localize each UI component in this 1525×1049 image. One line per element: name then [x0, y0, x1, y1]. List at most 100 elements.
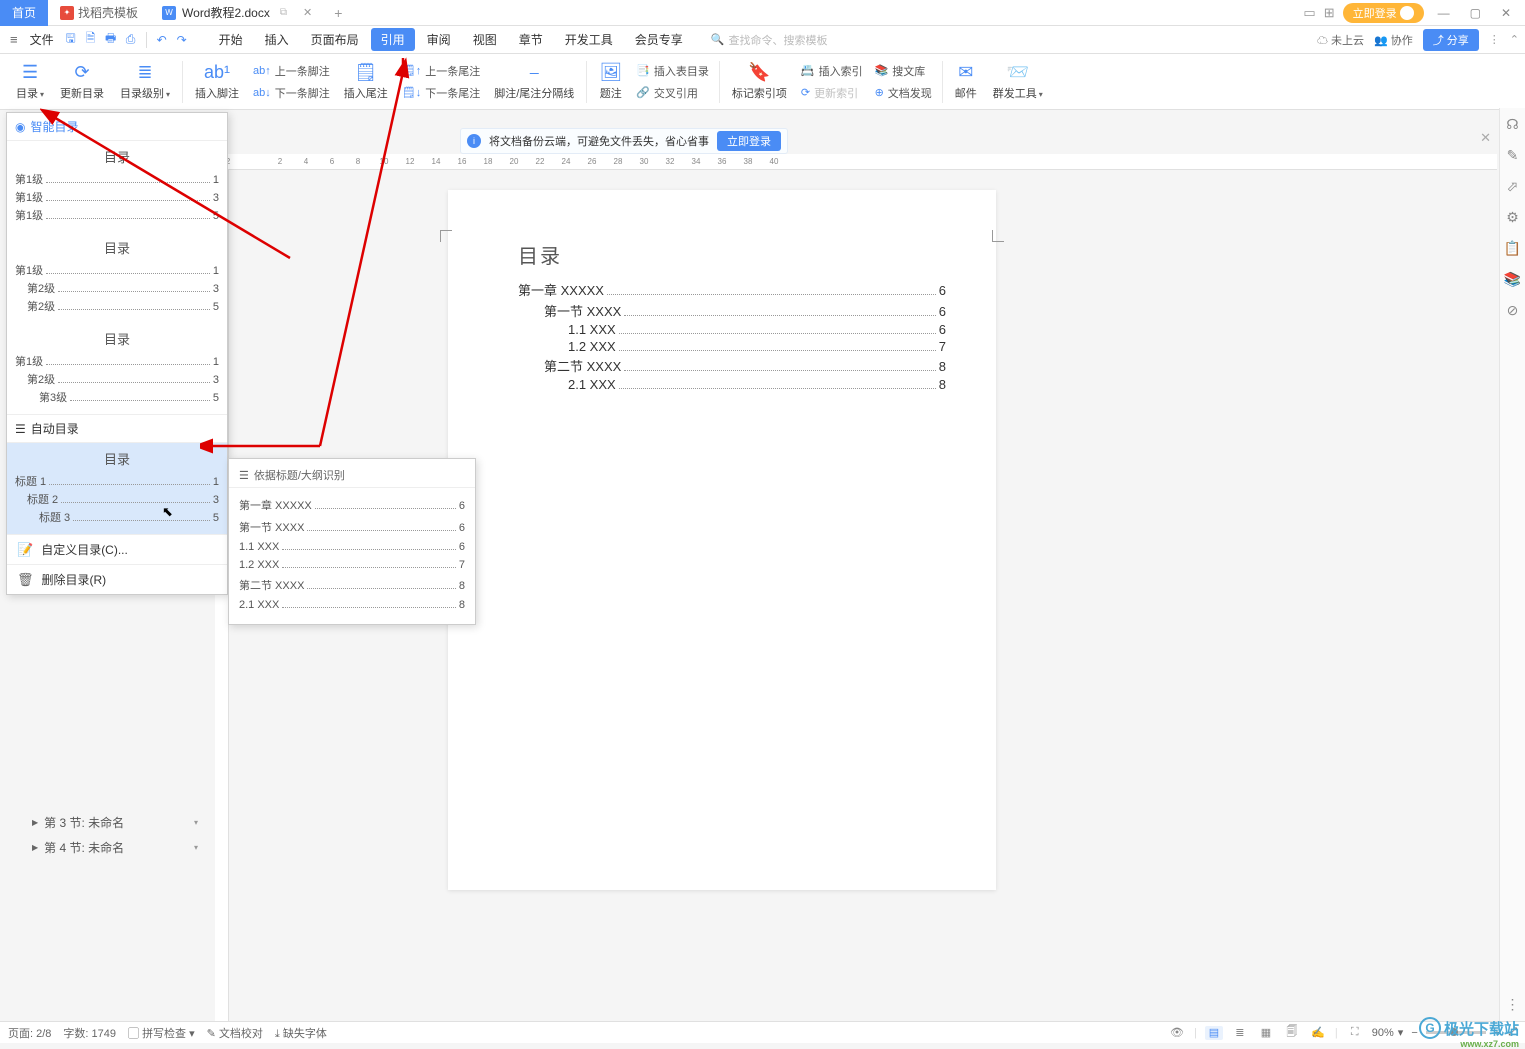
insert-caption-button[interactable]: 📑插入表目录: [636, 63, 709, 79]
tab-member[interactable]: 会员专享: [625, 28, 693, 51]
insert-footnote-button[interactable]: ab¹ 插入脚注: [187, 54, 247, 109]
next-footnote-button[interactable]: ab↓下一条脚注: [253, 85, 330, 101]
chevron-down-icon[interactable]: ▾: [194, 843, 198, 852]
toc-button[interactable]: ☰ 目录▾: [8, 54, 52, 109]
mark-index-button[interactable]: 🔖 标记索引项: [724, 54, 795, 109]
next-endnote-button[interactable]: 🗒↓下一条尾注: [402, 85, 480, 101]
tab-template[interactable]: ✦ 找稻壳模板: [48, 0, 150, 26]
settings-icon[interactable]: ⚙: [1506, 209, 1519, 226]
insert-index-button[interactable]: 📇插入索引: [801, 63, 863, 79]
doc-discover-button[interactable]: ⊕文档发现: [875, 85, 932, 101]
toc-style-3[interactable]: 目录 第1级1第2级3第3级5: [7, 323, 227, 414]
sou-lib-button[interactable]: 📚搜文库: [875, 63, 932, 79]
toc-style-2[interactable]: 目录 第1级1第2级3第2级5: [7, 232, 227, 323]
status-spell[interactable]: ▢ 拼写检查 ▾: [128, 1025, 195, 1041]
delete-toc-item[interactable]: 🗑 删除目录(R): [7, 564, 227, 594]
toc-style-1[interactable]: 目录 第1级1第1级3第1级5: [7, 141, 227, 232]
zoom-control[interactable]: 90% ▾: [1372, 1026, 1404, 1039]
prev-endnote-button[interactable]: 🗒↑上一条尾注: [402, 63, 480, 79]
footnote-separator-button[interactable]: ⎯ 脚注/尾注分隔线: [486, 54, 582, 109]
zoom-out-icon[interactable]: −: [1411, 1027, 1417, 1039]
banner-close-icon[interactable]: ✕: [1480, 130, 1491, 146]
tab-dev[interactable]: 开发工具: [555, 28, 623, 51]
tab-document-label: Word教程2.docx: [182, 4, 270, 21]
window-close[interactable]: ✕: [1495, 6, 1517, 20]
help-icon[interactable]: ⊘: [1507, 302, 1519, 319]
status-proof[interactable]: ✎ 文档校对: [207, 1025, 263, 1041]
qat-undo-icon[interactable]: ↶: [153, 31, 171, 49]
tab-references[interactable]: 引用: [371, 28, 415, 51]
tab-template-label: 找稻壳模板: [78, 4, 138, 21]
toc-line: 第2级3: [15, 370, 219, 388]
tab-sections[interactable]: 章节: [509, 28, 553, 51]
status-words[interactable]: 字数: 1749: [63, 1025, 116, 1041]
qat-save-icon[interactable]: 🖫: [62, 31, 80, 49]
command-search[interactable]: 🔍 查找命令、搜索模板: [711, 32, 828, 48]
tab-review[interactable]: 审阅: [417, 28, 461, 51]
reading-mode-icon[interactable]: 👁: [1168, 1026, 1186, 1040]
tab-insert[interactable]: 插入: [255, 28, 299, 51]
chevron-down-icon: ▾: [40, 90, 44, 99]
update-index-button: ⟳更新索引: [801, 85, 863, 101]
window-minimize[interactable]: —: [1432, 6, 1456, 20]
tab-layout[interactable]: 页面布局: [301, 28, 369, 51]
apps-icon[interactable]: ⊞: [1324, 5, 1335, 21]
toc-style-auto[interactable]: 目录 标题 11标题 23标题 35: [7, 443, 227, 534]
page-view-icon[interactable]: ▤: [1205, 1026, 1223, 1040]
collab-button[interactable]: 👥 协作: [1374, 32, 1413, 48]
horizontal-ruler[interactable]: 2246810121416182022242628303234363840: [215, 154, 1497, 170]
collapse-ribbon-icon[interactable]: ⌃: [1510, 33, 1519, 46]
cloud-status[interactable]: ☁ 未上云: [1317, 32, 1364, 48]
insert-endnote-button[interactable]: 🗒 插入尾注: [336, 54, 396, 109]
tab-home[interactable]: 首页: [0, 0, 48, 26]
cloud-login-button[interactable]: 立即登录: [717, 131, 781, 151]
update-index-icon: ⟳: [801, 86, 810, 99]
tab-view[interactable]: 视图: [463, 28, 507, 51]
file-menu[interactable]: 文件: [24, 31, 60, 48]
qat-print-icon[interactable]: 🖶: [102, 31, 120, 49]
hamburger-icon[interactable]: ≡: [6, 32, 22, 47]
toc-line: 第一节 XXXX6: [518, 300, 946, 321]
prev-footnote-button[interactable]: ab↑上一条脚注: [253, 63, 330, 79]
pen-icon[interactable]: ✎: [1507, 147, 1519, 164]
toc-level-button[interactable]: ≣ 目录级别▾: [112, 54, 178, 109]
markup-icon[interactable]: ✍: [1309, 1026, 1327, 1040]
mass-tool-button[interactable]: 📨 群发工具▾: [985, 54, 1051, 109]
layout-icon[interactable]: ▭: [1303, 5, 1315, 21]
mail-button[interactable]: ✉ 邮件: [947, 54, 985, 109]
more-icon[interactable]: ⋮: [1489, 33, 1500, 46]
toc-line: 第3级5: [15, 388, 219, 406]
page-toc-title: 目录: [518, 240, 956, 269]
library-icon[interactable]: 📚: [1504, 271, 1521, 288]
tab-start[interactable]: 开始: [209, 28, 253, 51]
outline-item[interactable]: ▶ 第 4 节: 未命名 ▾: [28, 835, 202, 860]
tab-document[interactable]: W Word教程2.docx ⧉ ✕: [150, 0, 324, 26]
qat-print-preview-icon[interactable]: 🗎: [82, 31, 100, 49]
qat-format-icon[interactable]: ⎙: [122, 31, 140, 49]
document-page[interactable]: 目录 第一章 XXXXX6第一节 XXXX61.1 XXX61.2 XXX7第二…: [448, 190, 996, 890]
clipboard-icon[interactable]: 📋: [1504, 240, 1521, 257]
outline-view-icon[interactable]: ≣: [1231, 1026, 1249, 1040]
update-toc-button[interactable]: ⟳ 更新目录: [52, 54, 112, 109]
web-view-icon[interactable]: ▦: [1257, 1026, 1275, 1040]
tab-dup-icon[interactable]: ⧉: [280, 7, 287, 18]
select-icon[interactable]: ⬀: [1507, 178, 1519, 195]
login-button[interactable]: 立即登录: [1343, 3, 1424, 23]
outline-item[interactable]: ▶ 第 3 节: 未命名 ▾: [28, 810, 202, 835]
caption-button[interactable]: 🖼 题注: [591, 54, 630, 109]
fit-icon[interactable]: ⛶: [1346, 1026, 1364, 1040]
palette-icon[interactable]: ☊: [1506, 116, 1518, 133]
more-tools-icon[interactable]: ⋮: [1506, 996, 1520, 1013]
share-button[interactable]: ⤴分享: [1423, 29, 1479, 51]
crossref-button[interactable]: 🔗交叉引用: [636, 85, 709, 101]
print-view-icon[interactable]: 🗐: [1283, 1026, 1301, 1040]
chevron-down-icon[interactable]: ▾: [194, 818, 198, 827]
tab-close-icon[interactable]: ✕: [303, 6, 312, 19]
status-page[interactable]: 页面: 2/8: [8, 1025, 51, 1041]
prev-footnote-icon: ab↑: [253, 65, 271, 77]
tab-add[interactable]: +: [324, 0, 352, 26]
status-font-missing[interactable]: ⤓ 缺失字体: [275, 1025, 327, 1041]
window-maximize[interactable]: ▢: [1464, 6, 1487, 20]
custom-toc-item[interactable]: 📝 自定义目录(C)...: [7, 534, 227, 564]
qat-redo-icon[interactable]: ↷: [173, 31, 191, 49]
